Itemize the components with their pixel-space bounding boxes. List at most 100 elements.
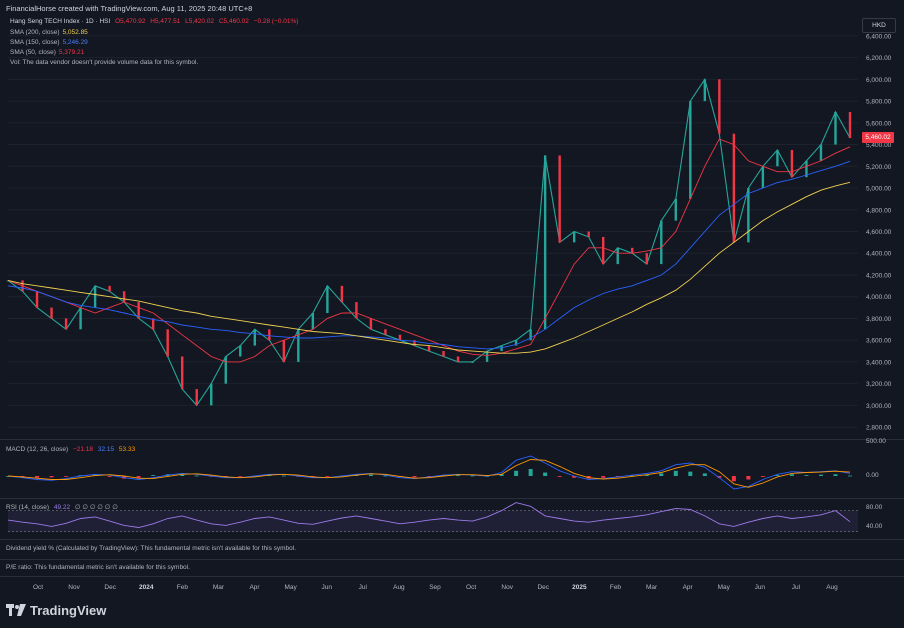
macd-hist-bar (238, 476, 243, 477)
price-chart[interactable]: 6,400.00 6,200.00 6,000.00 5,800.00 5,600.00… (0, 0, 904, 628)
x-tick-label: Jul (359, 584, 368, 591)
macd-hist-bar (731, 476, 736, 482)
y-tick-label: 5,000.00 (866, 186, 892, 193)
price-candle (340, 285, 344, 303)
price-candle (602, 236, 605, 265)
panel-divider-macd[interactable] (0, 439, 904, 440)
macd-hist-bar (818, 474, 823, 476)
dividend-panel-text: Dividend yield % (Calculated by TradingV… (6, 545, 297, 552)
x-tick-label: Nov (501, 584, 513, 591)
x-tick-label: Mar (213, 584, 225, 591)
price-candle (848, 111, 852, 139)
panel-divider-dividend[interactable] (0, 539, 904, 540)
price-candle (645, 253, 648, 265)
macd-hist-bar (688, 471, 693, 476)
rsi-axis-80: 80.00 (866, 504, 883, 511)
price-candle (543, 155, 547, 330)
x-tick-label: Jul (792, 584, 801, 591)
rsi-extra-values: ∅ ∅ ∅ ∅ ∅ ∅ (74, 504, 118, 511)
x-tick-label: Nov (68, 584, 80, 591)
price-candle (747, 188, 750, 243)
price-candle (108, 285, 111, 292)
macd-hist-bar (151, 475, 156, 476)
y-tick-label: 4,600.00 (866, 229, 892, 236)
macd-label: MACD (12, 26, close) (6, 446, 69, 453)
y-tick-label: 4,800.00 (866, 207, 892, 214)
y-tick-label: 6,200.00 (866, 55, 892, 62)
panel-divider-rsi[interactable] (0, 498, 904, 499)
price-candle (384, 329, 387, 335)
price-candle (790, 149, 794, 178)
x-tick-label: Mar (646, 584, 658, 591)
macd-hist-bar (64, 476, 69, 477)
macd-hist-bar (49, 476, 54, 478)
series-line-price (7, 77, 851, 407)
macd-hist-bar (557, 476, 562, 477)
last-price-tag: 5,460.02 (862, 132, 894, 143)
price-candle (239, 345, 242, 357)
price-candle (181, 356, 184, 390)
series-line-sma-3 (7, 181, 851, 354)
panel-divider-pe[interactable] (0, 559, 904, 560)
rsi-label: RSI (14, close) (6, 504, 49, 511)
macd-hist-bar (848, 475, 852, 477)
y-tick-label: 3,800.00 (866, 316, 892, 323)
price-candle (500, 345, 503, 352)
price-candle (485, 351, 489, 362)
tradingview-logo-icon (6, 604, 26, 619)
x-tick-label: Sep (429, 584, 441, 591)
price-candle (50, 307, 53, 319)
price-candle (326, 285, 329, 314)
tradingview-brand[interactable]: TradingView (6, 603, 106, 619)
y-tick-label: 6,400.00 (866, 33, 892, 40)
time-axis-divider (0, 576, 904, 577)
y-tick-label: 5,400.00 (866, 142, 892, 149)
macd-hist-bar (833, 474, 838, 476)
price-candle (572, 231, 576, 243)
price-candle (427, 345, 431, 352)
macd-hist-bar (470, 475, 475, 477)
macd-hist-bar (514, 470, 519, 476)
price-candle (282, 340, 286, 362)
price-candle (456, 356, 460, 362)
y-tick-label: 5,800.00 (866, 99, 892, 106)
price-candle (558, 155, 561, 243)
rsi-legend[interactable]: RSI (14, close) 49.22 ∅ ∅ ∅ ∅ ∅ ∅ (6, 503, 118, 511)
macd-hist-bar (673, 470, 678, 476)
macd-value-signal: 53.33 (118, 446, 136, 453)
price-candle (253, 329, 256, 346)
price-candle (674, 198, 677, 221)
macd-legend[interactable]: MACD (12, 26, close) −21.18 32.15 53.33 (6, 446, 135, 453)
x-tick-label: Dec (537, 584, 549, 591)
price-candle (195, 389, 198, 406)
y-tick-label: 3,600.00 (866, 338, 892, 345)
price-candle (587, 231, 590, 237)
macd-hist-bar (35, 476, 40, 478)
macd-hist-bar (601, 476, 606, 478)
price-candle (819, 144, 823, 161)
price-candle (703, 79, 707, 102)
x-tick-label: Aug (826, 584, 838, 591)
rsi-value: 49.22 (53, 504, 71, 511)
rsi-axis-40: 40.00 (866, 523, 883, 530)
y-tick-label: 3,200.00 (866, 381, 892, 388)
price-candle (761, 166, 765, 189)
price-candle (631, 247, 634, 254)
x-tick-label: Dec (104, 584, 116, 591)
price-candle (732, 133, 736, 243)
series-line-sma-2 (7, 160, 851, 350)
x-tick-label: Jun (755, 584, 766, 591)
price-candle (442, 351, 445, 357)
y-tick-label: 6,000.00 (866, 77, 892, 84)
macd-hist-bar (746, 476, 751, 480)
y-tick-label: 2,800.00 (866, 425, 892, 432)
price-candle (268, 329, 271, 341)
y-tick-label: 4,400.00 (866, 251, 892, 258)
macd-hist-bar (760, 476, 765, 477)
y-tick-label: 3,400.00 (866, 359, 892, 366)
macd-hist-bar (412, 476, 417, 478)
price-candle (616, 247, 619, 265)
x-tick-label: Aug (393, 584, 405, 591)
x-tick-label: May (718, 584, 731, 591)
x-tick-label: Oct (33, 584, 43, 591)
